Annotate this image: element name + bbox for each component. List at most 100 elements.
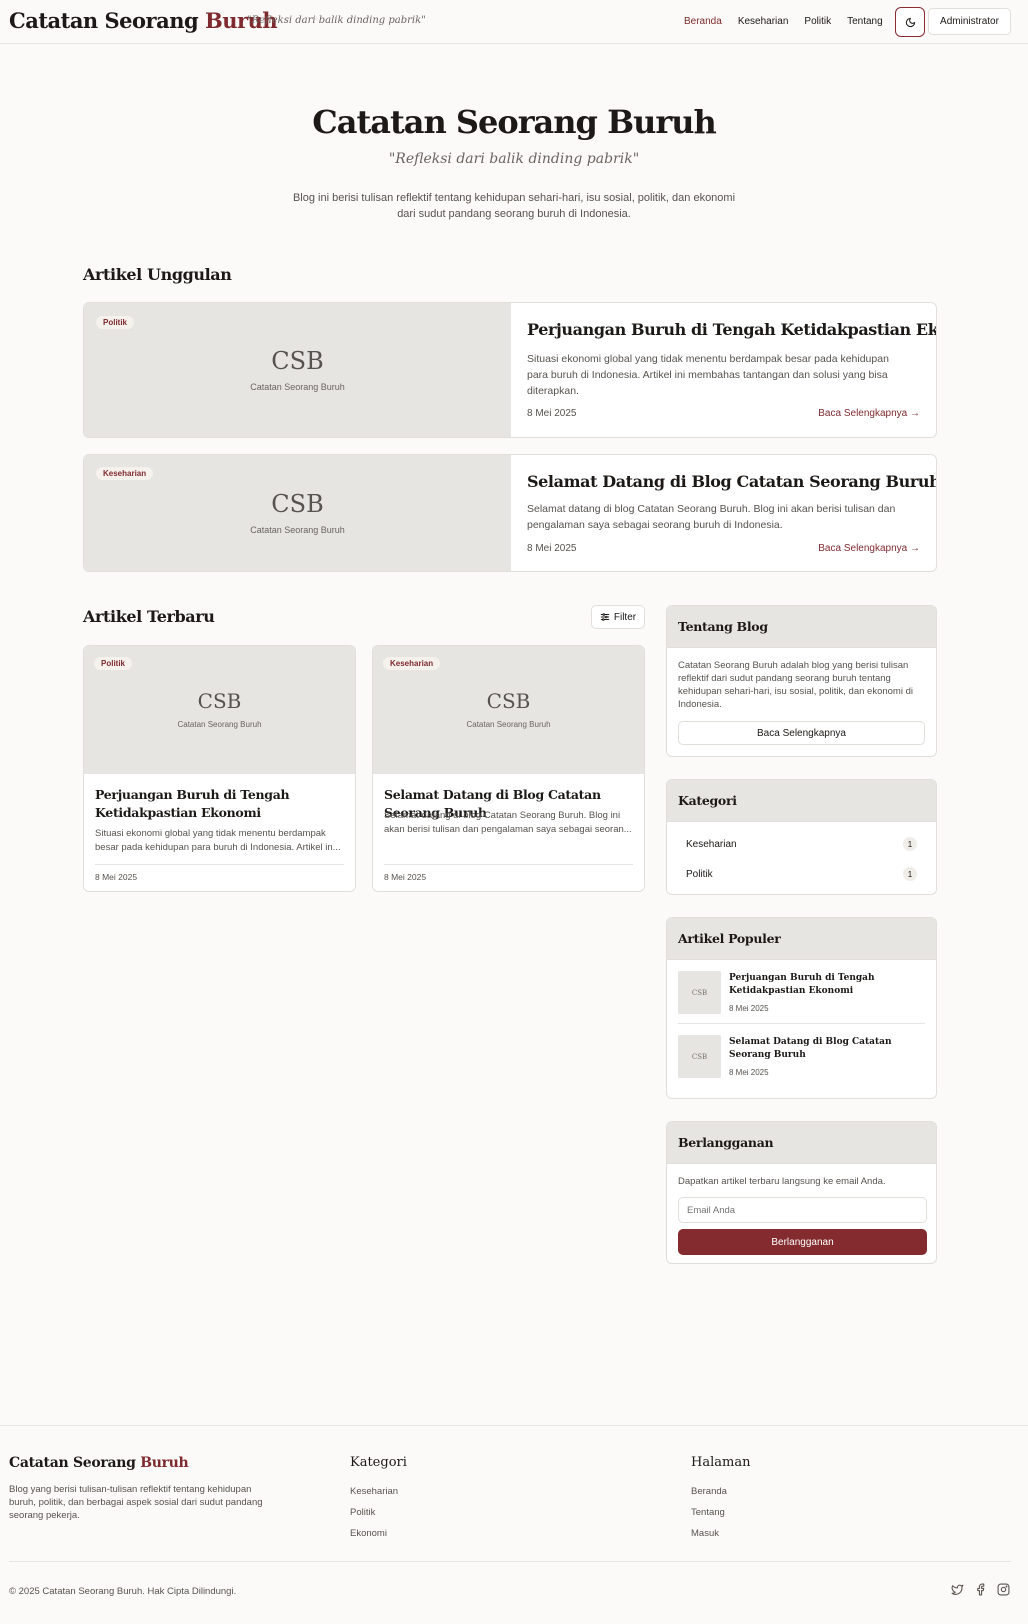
footer-brand-main: Catatan Seorang [9, 1455, 141, 1471]
placeholder-caption: Catatan Seorang Buruh [250, 382, 345, 392]
popular-date: 8 Mei 2025 [729, 1004, 769, 1013]
twitter-icon[interactable] [951, 1583, 965, 1597]
footer-link-keseharian[interactable]: Keseharian [350, 1486, 398, 1497]
main-nav: Beranda Keseharian Politik Tentang [684, 16, 899, 27]
category-name: Keseharian [686, 838, 737, 850]
card-excerpt: Situasi ekonomi global yang tidak menent… [95, 828, 341, 853]
placeholder-logo: CSB [271, 347, 324, 375]
footer-link-ekonomi[interactable]: Ekonomi [350, 1528, 387, 1539]
category-item-politik[interactable]: Politik 1 [678, 859, 925, 889]
featured-image-placeholder: CSB Catatan Seorang Buruh Keseharian [84, 455, 511, 571]
copyright: © 2025 Catatan Seorang Buruh. Hak Cipta … [9, 1586, 237, 1597]
sidebar-popular-title: Artikel Populer [667, 918, 936, 960]
hero-title: Catatan Seorang Buruh [312, 103, 717, 141]
subscribe-text: Dapatkan artikel terbaru langsung ke ema… [678, 1176, 886, 1187]
instagram-icon[interactable] [997, 1583, 1011, 1597]
popular-date: 8 Mei 2025 [729, 1068, 769, 1077]
featured-date: 8 Mei 2025 [527, 543, 577, 554]
theme-toggle-button[interactable] [895, 7, 925, 37]
featured-excerpt: Situasi ekonomi global yang tidak menent… [527, 353, 889, 397]
nav-tentang[interactable]: Tentang [847, 16, 883, 27]
featured-heading: Artikel Unggulan [83, 265, 232, 284]
category-item-keseharian[interactable]: Keseharian 1 [678, 829, 925, 859]
footer-categories-title: Kategori [350, 1455, 407, 1470]
nav-beranda[interactable]: Beranda [684, 16, 722, 27]
footer-brand[interactable]: Catatan Seorang Buruh [9, 1455, 189, 1471]
about-read-more-button[interactable]: Baca Selengkapnya [678, 721, 925, 745]
sidebar-about: Tentang Blog Catatan Seorang Buruh adala… [666, 605, 937, 757]
placeholder-logo: CSB [271, 490, 324, 518]
featured-excerpt: Selamat datang di blog Catatan Seorang B… [527, 503, 896, 531]
featured-title[interactable]: Selamat Datang di Blog Catatan Seorang B… [527, 472, 936, 491]
sidebar-subscribe: Berlangganan Dapatkan artikel terbaru la… [666, 1121, 937, 1264]
filter-label: Filter [613, 611, 637, 623]
sidebar-popular: Artikel Populer CSB Perjuangan Buruh di … [666, 917, 937, 1099]
card-date: 8 Mei 2025 [95, 872, 138, 882]
card-excerpt: Selamat datang di blog Catatan Seorang B… [384, 810, 632, 835]
category-badge[interactable]: Keseharian [383, 657, 441, 670]
card-date: 8 Mei 2025 [384, 872, 427, 882]
moon-icon [905, 17, 915, 27]
popular-item[interactable]: CSB Perjuangan Buruh di Tengah Ketidakpa… [678, 960, 925, 1024]
article-card[interactable]: CSB Catatan Seorang Buruh Politik Perjua… [83, 645, 356, 892]
placeholder-logo: CSB [486, 689, 531, 713]
category-name: Politik [686, 868, 713, 880]
divider [95, 864, 344, 865]
featured-image-placeholder: CSB Catatan Seorang Buruh Politik [84, 303, 511, 437]
brand-tagline: "Refleksi dari balik dinding pabrik" [247, 15, 426, 26]
subscribe-button[interactable]: Berlangganan [678, 1229, 927, 1255]
card-image-placeholder: CSB Catatan Seorang Buruh Politik [84, 646, 355, 774]
category-badge[interactable]: Politik [96, 316, 135, 329]
placeholder-caption: Catatan Seorang Buruh [250, 525, 345, 535]
site-header: Catatan Seorang Buruh "Refleksi dari bal… [0, 0, 1028, 44]
hero-description: Blog ini berisi tulisan reflektif tentan… [292, 192, 736, 220]
latest-heading: Artikel Terbaru [83, 607, 215, 626]
category-badge[interactable]: Politik [94, 657, 133, 670]
placeholder-caption: Catatan Seorang Buruh [466, 720, 551, 729]
brand-main: Catatan Seorang [9, 8, 205, 33]
footer-link-masuk[interactable]: Masuk [691, 1528, 719, 1539]
admin-button[interactable]: Administrator [928, 8, 1011, 35]
category-count: 1 [903, 867, 917, 881]
category-badge[interactable]: Keseharian [96, 467, 154, 480]
footer-brand-accent: Buruh [140, 1455, 189, 1471]
card-title[interactable]: Perjuangan Buruh di Tengah Ketidakpastia… [95, 786, 345, 822]
popular-title[interactable]: Selamat Datang di Blog Catatan Seorang B… [729, 1036, 919, 1062]
divider [384, 864, 633, 865]
category-count: 1 [903, 837, 917, 851]
card-image-placeholder: CSB Catatan Seorang Buruh Keseharian [373, 646, 644, 774]
featured-date: 8 Mei 2025 [527, 408, 577, 419]
sidebar-subscribe-title: Berlangganan [667, 1122, 936, 1164]
popular-thumbnail: CSB [678, 971, 721, 1014]
footer-link-politik[interactable]: Politik [350, 1507, 375, 1518]
sidebar-categories-title: Kategori [667, 780, 936, 822]
sidebar-categories: Kategori Keseharian 1 Politik 1 [666, 779, 937, 895]
facebook-icon[interactable] [974, 1583, 988, 1597]
hero-subtitle: "Refleksi dari balik dinding pabrik" [388, 151, 640, 167]
sidebar-about-title: Tentang Blog [667, 606, 936, 648]
footer-divider [9, 1561, 1011, 1562]
popular-thumbnail: CSB [678, 1035, 721, 1078]
nav-politik[interactable]: Politik [804, 16, 831, 27]
brand-logo[interactable]: Catatan Seorang Buruh [9, 8, 278, 33]
footer-pages-title: Halaman [691, 1455, 751, 1470]
featured-card[interactable]: CSB Catatan Seorang Buruh Keseharian Sel… [83, 454, 937, 572]
site-footer: Catatan Seorang Buruh Blog yang berisi t… [0, 1425, 1028, 1624]
read-more-link[interactable]: Baca Selengkapnya → [818, 408, 920, 419]
email-input[interactable] [678, 1197, 927, 1223]
nav-keseharian[interactable]: Keseharian [738, 16, 789, 27]
placeholder-logo: CSB [197, 689, 242, 713]
footer-link-beranda[interactable]: Beranda [691, 1486, 727, 1497]
featured-card[interactable]: CSB Catatan Seorang Buruh Politik Perjua… [83, 302, 937, 438]
featured-title[interactable]: Perjuangan Buruh di Tengah Ketidakpastia… [527, 320, 936, 339]
footer-link-tentang[interactable]: Tentang [691, 1507, 725, 1518]
read-more-link[interactable]: Baca Selengkapnya → [818, 543, 920, 554]
popular-item[interactable]: CSB Selamat Datang di Blog Catatan Seora… [678, 1024, 925, 1088]
placeholder-caption: Catatan Seorang Buruh [177, 720, 262, 729]
sliders-icon [600, 613, 610, 621]
article-card[interactable]: CSB Catatan Seorang Buruh Keseharian Sel… [372, 645, 645, 892]
popular-title[interactable]: Perjuangan Buruh di Tengah Ketidakpastia… [729, 972, 919, 998]
footer-description: Blog yang berisi tulisan-tulisan reflekt… [9, 1484, 263, 1521]
sidebar-about-text: Catatan Seorang Buruh adalah blog yang b… [678, 660, 913, 710]
filter-button[interactable]: Filter [591, 605, 645, 629]
